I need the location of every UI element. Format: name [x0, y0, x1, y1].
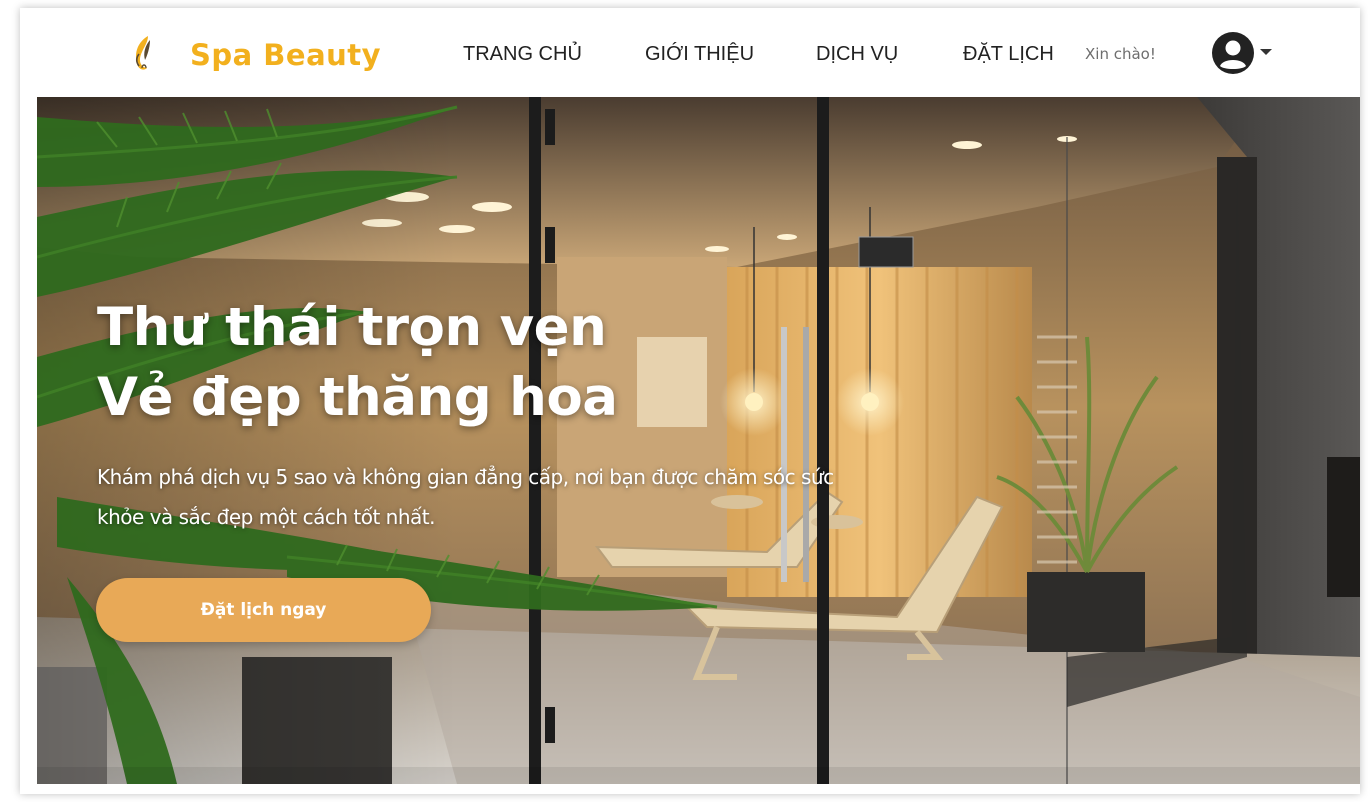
feather-logo-icon[interactable]	[130, 34, 156, 72]
hero-background-image	[37, 97, 1360, 784]
hero-subtitle: Khám phá dịch vụ 5 sao và không gian đẳn…	[97, 465, 834, 529]
user-avatar-icon	[1212, 32, 1254, 74]
nav-link-services[interactable]: DỊCH VỤ	[816, 43, 898, 66]
user-menu-button[interactable]	[1212, 32, 1276, 76]
navbar: Spa Beauty TRANG CHỦ GIỚI THIỆU DỊCH VỤ …	[20, 8, 1360, 98]
nav-link-about[interactable]: GIỚI THIỆU	[645, 43, 754, 66]
hero-section: Thư thái trọn vẹn Vẻ đẹp thăng hoa Khám …	[37, 97, 1360, 784]
hero-title: Thư thái trọn vẹn Vẻ đẹp thăng hoa	[97, 293, 618, 433]
caret-down-icon	[1260, 49, 1272, 55]
page: Spa Beauty TRANG CHỦ GIỚI THIỆU DỊCH VỤ …	[20, 8, 1360, 794]
brand-name[interactable]: Spa Beauty	[190, 38, 381, 72]
hero-title-line1: Thư thái trọn vẹn	[97, 297, 607, 358]
hero-title-line2: Vẻ đẹp thăng hoa	[97, 367, 618, 428]
greeting-text: Xin chào!	[1085, 45, 1156, 63]
nav-link-home[interactable]: TRANG CHỦ	[463, 43, 582, 66]
nav-link-booking[interactable]: ĐẶT LỊCH	[963, 43, 1054, 66]
book-now-button[interactable]: Đặt lịch ngay	[96, 578, 431, 642]
